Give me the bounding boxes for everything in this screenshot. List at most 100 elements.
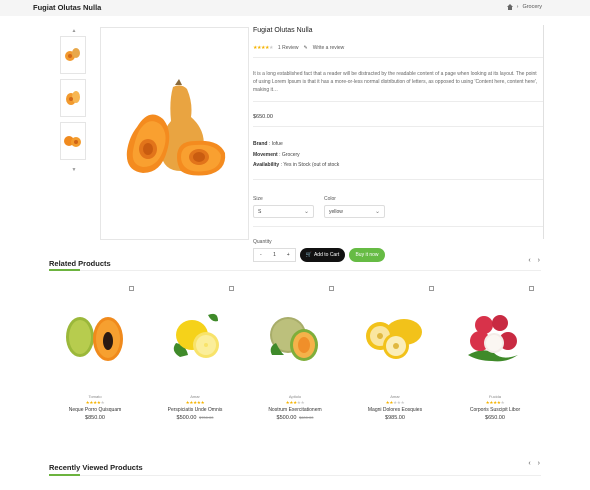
top-bar: Fugiat Olutas Nulla › Grocery bbox=[0, 0, 590, 16]
product-description: It is a long established fact that a rea… bbox=[253, 71, 538, 93]
chevron-left-icon[interactable]: ‹ bbox=[528, 460, 530, 467]
product-name[interactable]: Magni Dolores Eosquies bbox=[345, 407, 445, 413]
thumbnail-1[interactable] bbox=[60, 36, 86, 74]
quantity-stepper: - 1 + bbox=[253, 247, 296, 262]
breadcrumb-separator: › bbox=[516, 4, 519, 10]
product-title: Fugiat Olutas Nulla bbox=[253, 27, 313, 34]
quantity-label: Quantity bbox=[253, 238, 272, 245]
section-divider bbox=[49, 270, 541, 271]
compare-checkbox[interactable] bbox=[329, 286, 334, 291]
product-price: $500.00 bbox=[276, 415, 297, 421]
divider bbox=[253, 57, 543, 58]
cart-icon: 🛒 bbox=[305, 251, 312, 258]
write-review-link[interactable]: Write a review bbox=[313, 45, 345, 51]
melon-image bbox=[270, 317, 318, 361]
thumbnail-3[interactable] bbox=[60, 122, 86, 160]
product-price-row: $650.00 bbox=[445, 415, 545, 421]
product-options: Size S ⌄ Color yellow ⌄ bbox=[253, 196, 543, 218]
chevron-down-icon: ⌄ bbox=[303, 208, 309, 215]
divider bbox=[253, 126, 543, 127]
color-select[interactable]: yellow ⌄ bbox=[324, 204, 385, 218]
quince-image bbox=[366, 319, 422, 359]
size-select[interactable]: S ⌄ bbox=[253, 204, 314, 218]
product-rating-stars: ★★★★★ bbox=[285, 400, 305, 405]
movement-value: Grocery bbox=[281, 151, 300, 158]
product-price: $650.00 bbox=[253, 114, 273, 120]
size-label: Size bbox=[253, 195, 263, 202]
home-icon[interactable] bbox=[506, 4, 513, 10]
product-name[interactable]: Corporis Suscipit Libor bbox=[445, 407, 545, 413]
chevron-right-icon[interactable]: › bbox=[538, 257, 540, 264]
product-card[interactable]: Tomato ★★★★★ Neque Porro Quisquam $850.0… bbox=[45, 280, 145, 430]
product-image[interactable] bbox=[460, 302, 530, 372]
product-card[interactable]: Fucida ★★★★★ Corporis Suscipit Libor $65… bbox=[445, 280, 545, 430]
compare-checkbox[interactable] bbox=[429, 286, 434, 291]
product-price: $500.00 bbox=[176, 415, 197, 421]
product-category: Aptiolo bbox=[288, 394, 302, 399]
squash-thumb-icon bbox=[64, 136, 81, 147]
product-old-price: $600.00 bbox=[298, 415, 314, 420]
product-old-price: $700.00 bbox=[198, 415, 214, 420]
lemon-image bbox=[173, 313, 219, 358]
chevron-right-icon[interactable]: › bbox=[538, 460, 540, 467]
product-card[interactable]: Amar ★★★★★ Perspiciatis Unde Omnis $500.… bbox=[145, 280, 245, 430]
quantity-increase-button[interactable]: + bbox=[281, 249, 295, 261]
pencil-icon: ✎ bbox=[303, 45, 308, 51]
product-price: $650.00 bbox=[485, 415, 505, 421]
product-name[interactable]: Neque Porro Quisquam bbox=[45, 407, 145, 413]
section-accent bbox=[49, 269, 80, 271]
review-count-link[interactable]: 1 Review bbox=[278, 45, 299, 51]
quantity-input[interactable]: 1 bbox=[268, 249, 282, 261]
divider bbox=[253, 225, 543, 227]
product-details: Fugiat Olutas Nulla ★★★★★ 1 Review ✎ Wri… bbox=[253, 25, 544, 262]
product-name[interactable]: Nostrum Exercitationem bbox=[245, 407, 345, 413]
movement-row: Movement : Grocery bbox=[253, 151, 300, 158]
availability-value: Yes in Stock (out of stock bbox=[283, 162, 340, 168]
related-products-title: Related Products bbox=[49, 259, 111, 268]
thumbnail-2[interactable] bbox=[60, 79, 86, 117]
compare-checkbox[interactable] bbox=[229, 286, 234, 291]
product-category: Fucida bbox=[488, 394, 501, 399]
product-image[interactable] bbox=[360, 302, 430, 372]
thumbnail-up-arrow[interactable]: ▲ bbox=[60, 26, 88, 36]
section-divider bbox=[49, 475, 541, 476]
product-category: Tomato bbox=[88, 394, 102, 399]
main-product-image[interactable] bbox=[100, 27, 249, 240]
recently-viewed-title: Recently Viewed Products bbox=[49, 463, 143, 472]
product-card[interactable]: Aptiolo ★★★★★ Nostrum Exercitationem $50… bbox=[245, 280, 345, 430]
thumbnail-list: ▲ ▼ bbox=[60, 26, 88, 175]
product-price-row: $850.00 bbox=[45, 415, 145, 421]
product-price: $850.00 bbox=[85, 415, 105, 421]
product-image[interactable] bbox=[60, 302, 130, 372]
breadcrumb: › Grocery bbox=[506, 4, 542, 10]
quantity-decrease-button[interactable]: - bbox=[254, 249, 268, 261]
star-icon: ★★★★ bbox=[253, 45, 269, 51]
product-image[interactable] bbox=[160, 302, 230, 372]
compare-checkbox[interactable] bbox=[129, 286, 134, 291]
product-category: Amar bbox=[190, 394, 200, 399]
product-image[interactable] bbox=[260, 302, 330, 372]
rating-row: ★★★★★ 1 Review ✎ Write a review bbox=[253, 45, 543, 51]
compare-checkbox[interactable] bbox=[529, 286, 534, 291]
section-accent bbox=[49, 474, 80, 476]
product-name[interactable]: Perspiciatis Unde Omnis bbox=[145, 407, 245, 413]
star-empty-icon: ★ bbox=[268, 45, 273, 51]
brand-value[interactable]: Iofue bbox=[272, 141, 283, 147]
product-rating-stars: ★★★★★ bbox=[185, 400, 205, 405]
papaya-image bbox=[66, 317, 123, 361]
add-to-cart-button[interactable]: 🛒 Add to Cart bbox=[300, 247, 345, 262]
details-divider bbox=[543, 25, 544, 239]
lychee-image bbox=[468, 315, 518, 362]
product-category: Amar bbox=[390, 394, 400, 399]
breadcrumb-current[interactable]: Grocery bbox=[522, 4, 542, 10]
chevron-left-icon[interactable]: ‹ bbox=[528, 257, 530, 264]
product-rating-stars: ★★★★★ bbox=[85, 400, 105, 405]
product-rating-stars: ★★★★★ bbox=[253, 45, 273, 51]
product-price-row: $500.00 $700.00 bbox=[145, 415, 245, 421]
thumbnail-down-arrow[interactable]: ▼ bbox=[60, 165, 88, 175]
divider bbox=[253, 178, 543, 180]
product-card[interactable]: Amar ★★★★★ Magni Dolores Eosquies $985.0… bbox=[345, 280, 445, 430]
butternut-squash-image bbox=[126, 78, 225, 175]
buy-now-button[interactable]: Buy it now bbox=[349, 247, 385, 262]
product-price-row: $985.00 bbox=[345, 415, 445, 421]
